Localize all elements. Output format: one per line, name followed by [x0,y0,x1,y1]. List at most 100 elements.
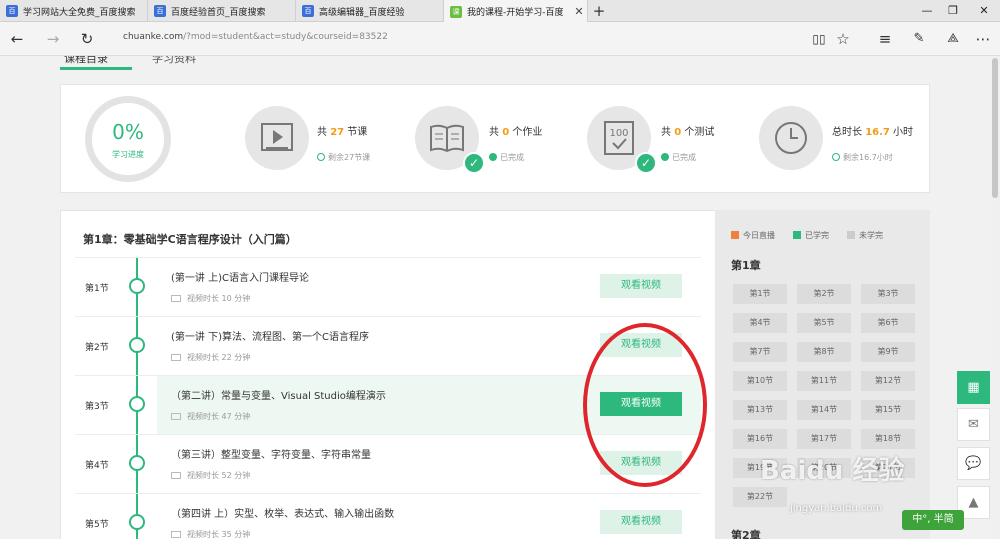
baidu-icon: 百 [6,5,18,17]
scrollbar-thumb[interactable] [992,58,998,198]
lesson-chip[interactable]: 第18节 [861,429,915,449]
qr-code-icon[interactable]: ▦ [957,371,990,404]
lesson-number: 第5节 [85,520,109,530]
legend-completed: 已学完 [793,230,829,241]
test-icon: 100 ✓ [587,106,657,174]
ime-indicator[interactable]: 中°, 半简 [902,510,964,530]
browser-tab[interactable]: 百 高级编辑器_百度经验 [296,0,444,22]
browser-tab-active[interactable]: 课 我的课程-开始学习-百度 ✕ [444,0,588,23]
lesson-chip[interactable]: 第8节 [797,342,851,362]
mail-icon[interactable]: ✉ [957,408,990,441]
lesson-number: 第4节 [85,461,109,471]
back-icon[interactable]: ← [6,28,28,50]
baidu-icon: 百 [154,5,166,17]
web-note-icon[interactable]: ✎ [908,28,930,50]
lesson-title[interactable]: (第一讲 下)算法、流程图、第一个C语言程序 [171,328,369,343]
tab-title: 我的课程-开始学习-百度 [467,8,564,18]
stat-homework: 共 0 个作业 [489,127,543,138]
lesson-title[interactable]: （第二讲）常量与变量、Visual Studio编程演示 [171,387,386,402]
lesson-chip[interactable]: 第5节 [797,313,851,333]
url-host: chuanke.com [123,32,184,42]
baidu-icon: 百 [302,5,314,17]
lesson-title[interactable]: (第一讲 上)C语言入门课程导论 [171,269,309,284]
page-scrollbar[interactable] [990,56,1000,539]
tab-learning-materials[interactable]: 学习资料 [152,56,196,66]
lesson-chip[interactable]: 第22节 [733,487,787,507]
lesson-duration: 视频时长 22 分钟 [171,352,250,363]
video-icon [171,354,181,361]
lesson-row: 第1节 (第一讲 上)C语言入门课程导论 视频时长 10 分钟 观看视频 [75,257,701,316]
lesson-number: 第1节 [85,284,109,294]
progress-percent: 0% [112,120,144,144]
lesson-navigator-panel: 今日直播 已学完 未学完 第1章 第1节 第2节 第3节 第4节 第5节 第6节 第7节 第8… [715,210,930,539]
lesson-chip[interactable]: 第2节 [797,284,851,304]
lesson-chip[interactable]: 第4节 [733,313,787,333]
lesson-row: 第5节 （第四讲 上）实型、枚举、表达式、输入输出函数 视频时长 35 分钟 观… [75,493,701,539]
forward-icon[interactable]: → [42,28,64,50]
reading-view-icon[interactable]: ▯▯ [808,28,830,50]
address-bar: ← → ↻ chuanke.com/?mod=student&act=study… [0,22,1000,56]
window-close-icon[interactable]: ✕ [968,0,1000,22]
stat-tests: 共 0 个测试 [661,127,715,138]
video-icon [171,413,181,420]
panel-next-chapter-heading: 第2章 [731,529,761,539]
lesson-status-circle [129,278,145,294]
video-icon [171,295,181,302]
lesson-chip[interactable]: 第13节 [733,400,787,420]
lesson-chip[interactable]: 第17节 [797,429,851,449]
lesson-chip[interactable]: 第3节 [861,284,915,304]
refresh-icon[interactable]: ↻ [76,28,98,50]
lesson-status-circle [129,514,145,530]
lesson-chip[interactable]: 第9节 [861,342,915,362]
lesson-chip[interactable]: 第6节 [861,313,915,333]
favorite-star-icon[interactable]: ☆ [832,28,854,50]
url-field[interactable]: chuanke.com/?mod=student&act=study&cours… [123,32,388,42]
lesson-duration: 视频时长 35 分钟 [171,529,250,539]
watch-video-button[interactable]: 观看视频 [600,510,682,534]
watch-video-button[interactable]: 观看视频 [600,274,682,298]
hub-icon[interactable]: ≡ [874,28,896,50]
panel-chapter-heading: 第1章 [731,259,761,272]
check-icon: ✓ [635,152,657,174]
lesson-chip[interactable]: 第16节 [733,429,787,449]
new-tab-button[interactable]: + [590,0,608,22]
stat-lessons-sub: 剩余27节课 [317,152,370,163]
tab-title: 百度经验首页_百度搜索 [171,7,266,18]
minimize-icon[interactable]: — [914,0,940,22]
active-tab-underline [60,67,132,70]
stat-homework-sub: 已完成 [489,152,524,163]
tab-title: 高级编辑器_百度经验 [319,7,405,18]
progress-label: 学习进度 [112,150,144,159]
stat-tests-sub: 已完成 [661,152,696,163]
baidu-jingyan-watermark: Baidu 经验 [760,456,905,486]
red-annotation-circle [583,323,707,487]
close-tab-icon[interactable]: ✕ [571,5,587,18]
stat-duration-sub: 剩余16.7小时 [832,152,893,163]
lesson-chip[interactable]: 第14节 [797,400,851,420]
lesson-duration: 视频时长 52 分钟 [171,470,250,481]
tab-course-catalog[interactable]: 课程目录 [64,56,108,66]
legend-not-completed: 未学完 [847,230,883,241]
lesson-chip[interactable]: 第10节 [733,371,787,391]
lesson-chip[interactable]: 第12节 [861,371,915,391]
lesson-chip[interactable]: 第15节 [861,400,915,420]
share-icon[interactable]: ⟁ [942,28,964,50]
restore-icon[interactable]: ❐ [940,0,966,22]
chat-icon[interactable]: 💬 [957,447,990,480]
browser-tab[interactable]: 百 百度经验首页_百度搜索 [148,0,296,22]
lesson-chip[interactable]: 第11节 [797,371,851,391]
lesson-chip[interactable]: 第1节 [733,284,787,304]
stat-lessons: 共 27 节课 [317,127,368,138]
homework-icon: ✓ [415,106,485,174]
lesson-title[interactable]: （第四讲 上）实型、枚举、表达式、输入输出函数 [171,505,394,520]
more-icon[interactable]: ⋯ [972,28,994,50]
check-icon: ✓ [463,152,485,174]
browser-tab[interactable]: 百 学习网站大全免费_百度搜索 [0,0,148,22]
lesson-title[interactable]: （第三讲）整型变量、字符变量、字符串常量 [171,446,371,461]
lesson-chip[interactable]: 第7节 [733,342,787,362]
lesson-status-circle [129,396,145,412]
lesson-duration: 视频时长 10 分钟 [171,293,250,304]
chuanke-icon: 课 [450,5,462,18]
url-path: /?mod=student&act=study&courseid=83522 [183,32,388,42]
lesson-number: 第3节 [85,402,109,412]
